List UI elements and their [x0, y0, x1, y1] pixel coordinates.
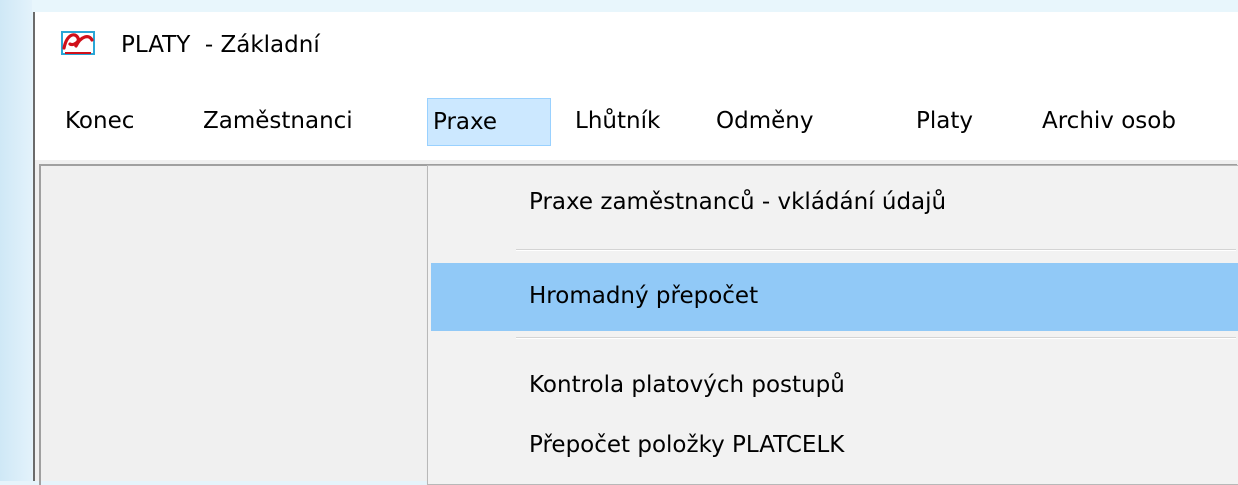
menu-bar: Konec Zaměstnanci Praxe Lhůtník Odměny P… [35, 91, 1238, 155]
menu-separator [516, 249, 1236, 251]
desktop-top-strip [0, 0, 1238, 12]
menu-konec[interactable]: Konec [60, 98, 139, 146]
menu-item-kontrola-platovych-postupu[interactable]: Kontrola platových postupů [431, 352, 1238, 420]
menu-praxe[interactable]: Praxe [427, 98, 551, 146]
window-title: PLATY - Základní [121, 32, 320, 58]
menu-item-hromadny-prepocet[interactable]: Hromadný přepočet [431, 263, 1238, 331]
menu-item-praxe-zamestnancu[interactable]: Praxe zaměstnanců - vkládání údajů [431, 169, 1238, 237]
menu-item-prepocet-polozky-platcelk[interactable]: Přepočet položky PLATCELK [431, 412, 1238, 480]
desktop-left-strip [0, 0, 32, 481]
menu-separator [516, 337, 1236, 339]
menu-archiv-osob[interactable]: Archiv osob [1037, 98, 1181, 146]
title-bar[interactable]: PLATY - Základní [35, 12, 1238, 88]
praxe-dropdown-menu: Praxe zaměstnanců - vkládání údajů Hroma… [427, 165, 1238, 485]
menu-zamestnanci[interactable]: Zaměstnanci [198, 98, 358, 146]
menu-platy[interactable]: Platy [911, 98, 978, 146]
menu-lhutnik[interactable]: Lhůtník [570, 98, 665, 146]
menu-odmeny[interactable]: Odměny [711, 98, 818, 146]
app-logo-icon[interactable] [61, 26, 95, 60]
app-window: PLATY - Základní Konec Zaměstnanci Praxe… [33, 12, 1238, 485]
